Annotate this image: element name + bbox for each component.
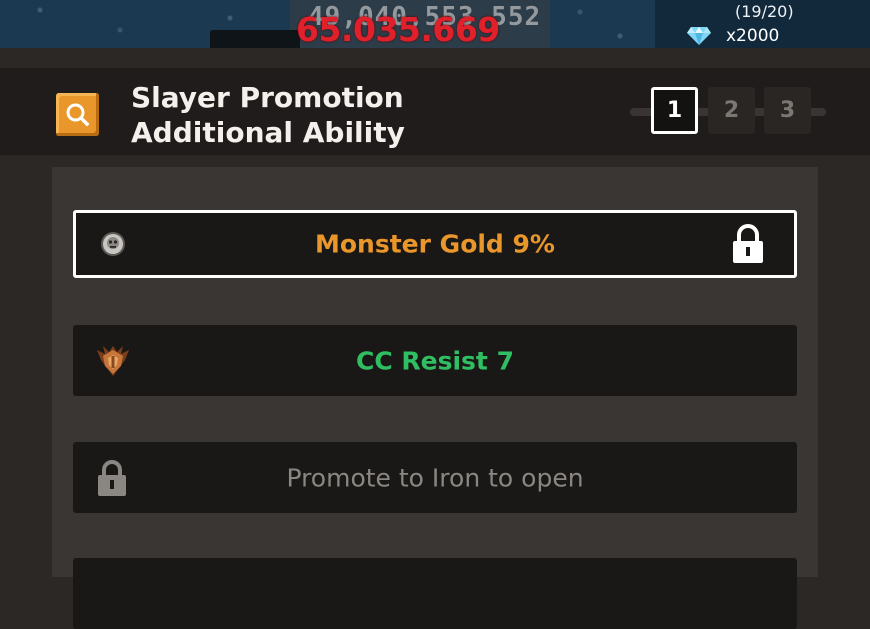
gem-count: x2000 bbox=[726, 26, 780, 46]
search-icon bbox=[66, 103, 90, 127]
ability-label: Promote to Iron to open bbox=[286, 463, 584, 492]
ability-slot-3-locked[interactable]: Promote to Iron to open bbox=[73, 442, 797, 513]
hud-dark-tab bbox=[210, 30, 300, 48]
ability-label: CC Resist 7 bbox=[356, 346, 514, 375]
ability-slot-2[interactable]: CC Resist 7 bbox=[73, 325, 797, 396]
ability-label: Monster Gold 9% bbox=[315, 229, 555, 259]
lock-icon[interactable] bbox=[730, 224, 766, 264]
page-button-3[interactable]: 3 bbox=[764, 87, 811, 134]
ability-slot-4[interactable] bbox=[73, 558, 797, 629]
page-button-1[interactable]: 1 bbox=[651, 87, 698, 134]
search-button[interactable] bbox=[56, 93, 99, 136]
page-title: Slayer Promotion Additional Ability bbox=[131, 81, 405, 149]
attempts-counter: (19/20) bbox=[735, 2, 794, 21]
damage-counter: 65.035.669 bbox=[296, 10, 500, 49]
page-button-2[interactable]: 2 bbox=[708, 87, 755, 134]
game-hud-strip: 49,040,553,552 65.035.669 (19/20) x2000 bbox=[0, 0, 870, 49]
ability-slot-1[interactable]: Monster Gold 9% bbox=[73, 210, 797, 278]
diamond-icon bbox=[687, 27, 711, 45]
gem-balance: x2000 bbox=[686, 26, 779, 46]
